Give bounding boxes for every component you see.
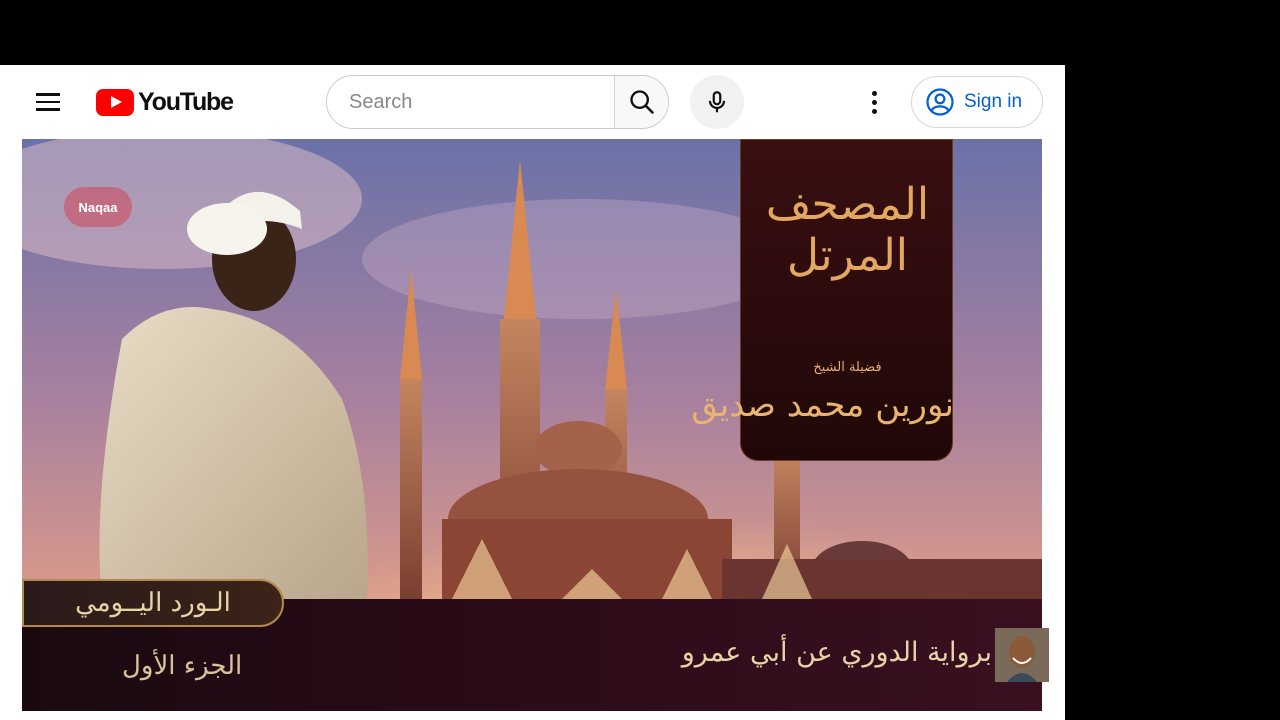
daily-label: الـورد اليــومي — [75, 588, 231, 618]
sign-in-label: Sign in — [964, 91, 1023, 112]
banner-subtitle: فضيلة الشيخ — [813, 360, 882, 375]
magnifier-search-icon — [629, 90, 654, 114]
sign-in-button[interactable]: Sign in — [911, 76, 1043, 128]
settings-more-button[interactable] — [856, 83, 892, 121]
right-black-band — [1065, 0, 1280, 720]
youtube-logo[interactable]: YouTube — [96, 88, 234, 117]
page-bottom-strip — [0, 711, 1065, 720]
dot — [871, 108, 877, 114]
reciter-name: نورين محمد صديق — [691, 385, 954, 425]
presenter-avatar — [995, 628, 1049, 682]
hamburger-line — [36, 100, 60, 104]
account-circle-icon — [926, 88, 954, 116]
daily-label-pill: الـورد اليــومي — [22, 579, 284, 627]
video-player[interactable]: Naqaa المصحف المرتل فضيلة الشيخ نورين مح… — [22, 139, 1042, 711]
dot — [871, 99, 877, 105]
microphone-icon — [708, 91, 726, 113]
title-banner: المصحف المرتل فضيلة الشيخ نورين محمد صدي… — [691, 139, 954, 461]
youtube-play-icon — [96, 89, 134, 116]
voice-search-button[interactable] — [690, 75, 744, 129]
masthead: YouTube Sign in — [0, 65, 1065, 139]
logo-text: YouTube — [138, 88, 234, 116]
search-input[interactable] — [327, 76, 614, 128]
banner-title: المصحف المرتل — [765, 179, 930, 281]
channel-watermark: Naqaa — [64, 187, 132, 227]
search-button[interactable] — [614, 76, 668, 128]
guide-menu-button[interactable] — [28, 84, 68, 120]
youtube-page: YouTube Sign in — [0, 65, 1065, 720]
search-box — [326, 75, 669, 129]
hamburger-line — [36, 108, 60, 111]
face-thumbnail — [995, 628, 1049, 682]
part-label: الجزء الأول — [122, 651, 243, 681]
vertical-dots-icon — [871, 90, 877, 96]
hamburger-menu-icon — [36, 93, 60, 96]
watermark-text: Naqaa — [78, 199, 118, 215]
cloud — [362, 199, 802, 319]
riwaya-label: برواية الدوري عن أبي عمرو — [681, 637, 992, 668]
